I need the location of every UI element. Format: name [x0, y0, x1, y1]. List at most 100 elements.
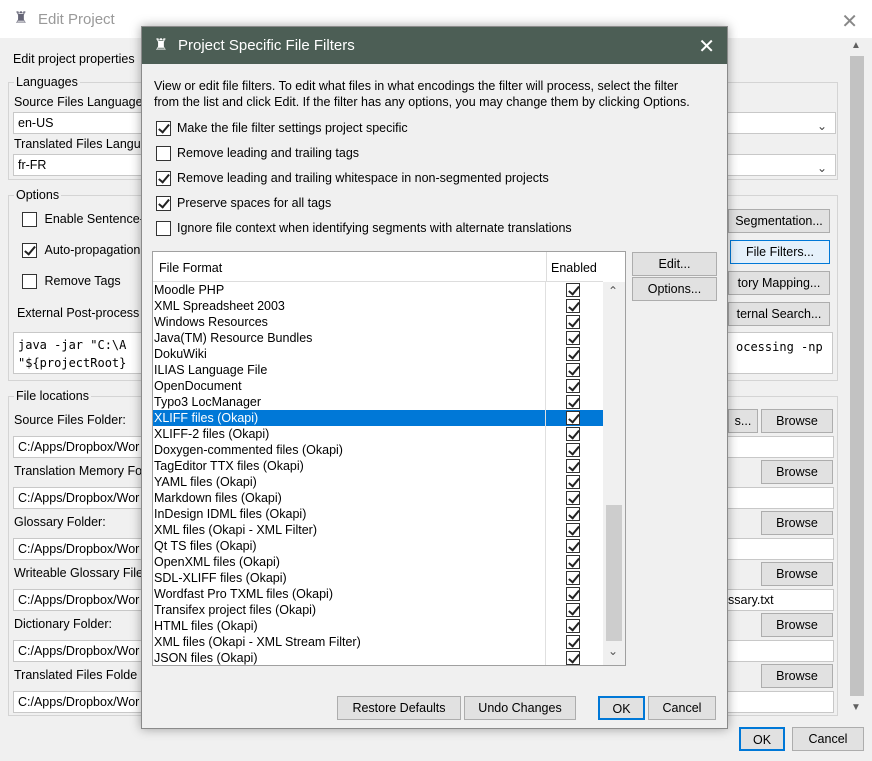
enabled-checkbox[interactable] — [566, 587, 580, 601]
table-row[interactable]: InDesign IDML files (Okapi) — [153, 506, 603, 522]
table-row[interactable]: XML files (Okapi - XML Filter) — [153, 522, 603, 538]
scrollbar-thumb[interactable] — [850, 56, 864, 696]
enabled-checkbox[interactable] — [566, 395, 580, 409]
table-row[interactable]: Moodle PHP — [153, 282, 603, 298]
enabled-checkbox[interactable] — [566, 603, 580, 617]
glossary-browse-button[interactable]: Browse — [761, 511, 833, 535]
file-format-cell: OpenDocument — [153, 378, 546, 394]
table-scrollbar[interactable]: ⌃ ⌄ — [603, 282, 625, 665]
column-header-file-format[interactable]: File Format — [159, 261, 222, 275]
auto-propagation-checkbox[interactable]: Auto-propagation — [22, 243, 140, 259]
scrollbar-thumb[interactable] — [606, 505, 622, 641]
enabled-checkbox[interactable] — [566, 283, 580, 297]
enabled-checkbox[interactable] — [566, 315, 580, 329]
table-header: File Format Enabled — [153, 252, 603, 282]
edit-project-cancel-button[interactable]: Cancel — [792, 727, 864, 751]
table-row[interactable]: OpenXML files (Okapi) — [153, 554, 603, 570]
table-row[interactable]: YAML files (Okapi) — [153, 474, 603, 490]
table-row[interactable]: JSON files (Okapi) — [153, 650, 603, 665]
enabled-checkbox[interactable] — [566, 475, 580, 489]
table-row[interactable]: OpenDocument — [153, 378, 603, 394]
enabled-checkbox[interactable] — [566, 299, 580, 313]
translation-memory-browse-button[interactable]: Browse — [761, 460, 833, 484]
edit-project-ok-button[interactable]: OK — [739, 727, 785, 751]
source-folder-more-button[interactable]: s... — [728, 409, 758, 433]
remove-tags-checkbox[interactable]: Remove Tags — [22, 274, 121, 290]
enabled-checkbox[interactable] — [566, 411, 580, 425]
file-format-cell: HTML files (Okapi) — [153, 618, 546, 634]
table-row[interactable]: Doxygen-commented files (Okapi) — [153, 442, 603, 458]
filter-option-label: Make the file filter settings project sp… — [177, 121, 408, 135]
table-row[interactable]: Wordfast Pro TXML files (Okapi) — [153, 586, 603, 602]
enabled-cell — [546, 634, 603, 650]
segmentation-button[interactable]: Segmentation... — [728, 209, 830, 233]
enabled-checkbox[interactable] — [566, 523, 580, 537]
table-row[interactable]: Markdown files (Okapi) — [153, 490, 603, 506]
dialog-ok-button[interactable]: OK — [598, 696, 645, 720]
enabled-checkbox[interactable] — [566, 363, 580, 377]
repository-mapping-button[interactable]: tory Mapping... — [728, 271, 830, 295]
file-format-cell: Windows Resources — [153, 314, 546, 330]
file-locations-group-label: File locations — [14, 389, 91, 403]
table-row[interactable]: HTML files (Okapi) — [153, 618, 603, 634]
filter-option-checkbox[interactable]: Remove leading and trailing whitespace i… — [156, 168, 549, 188]
table-row[interactable]: ILIAS Language File — [153, 362, 603, 378]
source-folder-browse-button[interactable]: Browse — [761, 409, 833, 433]
edit-button[interactable]: Edit... — [632, 252, 717, 276]
table-row[interactable]: XLIFF files (Okapi) — [153, 410, 603, 426]
enabled-checkbox[interactable] — [566, 571, 580, 585]
enabled-checkbox[interactable] — [566, 539, 580, 553]
enabled-cell — [546, 282, 603, 298]
enabled-checkbox[interactable] — [566, 347, 580, 361]
table-row[interactable]: Java(TM) Resource Bundles — [153, 330, 603, 346]
edit-project-scrollbar[interactable]: ▲ ▼ — [848, 40, 866, 718]
enabled-cell — [546, 490, 603, 506]
table-row[interactable]: SDL-XLIFF files (Okapi) — [153, 570, 603, 586]
restore-defaults-button[interactable]: Restore Defaults — [337, 696, 461, 720]
table-row[interactable]: Windows Resources — [153, 314, 603, 330]
filter-option-checkbox[interactable]: Remove leading and trailing tags — [156, 143, 359, 163]
close-icon[interactable]: ✕ — [698, 34, 715, 59]
table-row[interactable]: XML Spreadsheet 2003 — [153, 298, 603, 314]
enabled-checkbox[interactable] — [566, 555, 580, 569]
filter-option-checkbox[interactable]: Make the file filter settings project sp… — [156, 118, 408, 138]
enabled-cell — [546, 538, 603, 554]
table-row[interactable]: Transifex project files (Okapi) — [153, 602, 603, 618]
file-format-table[interactable]: File Format Enabled Moodle PHP XML Spread… — [152, 251, 626, 666]
enabled-cell — [546, 618, 603, 634]
chevron-up-icon[interactable]: ▲ — [851, 40, 861, 51]
undo-changes-button[interactable]: Undo Changes — [464, 696, 576, 720]
table-row[interactable]: XML files (Okapi - XML Stream Filter) — [153, 634, 603, 650]
enabled-checkbox[interactable] — [566, 459, 580, 473]
enabled-checkbox[interactable] — [566, 491, 580, 505]
table-row[interactable]: DokuWiki — [153, 346, 603, 362]
filter-option-checkbox[interactable]: Ignore file context when identifying seg… — [156, 218, 572, 238]
chevron-up-icon[interactable]: ⌃ — [608, 284, 618, 298]
enabled-checkbox[interactable] — [566, 331, 580, 345]
chevron-down-icon[interactable]: ⌄ — [608, 644, 618, 658]
enabled-checkbox[interactable] — [566, 443, 580, 457]
translated-files-browse-button[interactable]: Browse — [761, 664, 833, 688]
enabled-checkbox[interactable] — [566, 651, 580, 665]
options-button[interactable]: Options... — [632, 277, 717, 301]
column-header-enabled[interactable]: Enabled — [551, 261, 597, 275]
filter-option-checkbox[interactable]: Preserve spaces for all tags — [156, 193, 331, 213]
enabled-checkbox[interactable] — [566, 427, 580, 441]
enable-sentence-checkbox[interactable]: Enable Sentence- — [22, 212, 144, 228]
file-filters-button[interactable]: File Filters... — [730, 240, 830, 264]
close-icon[interactable]: ✕ — [841, 9, 858, 34]
external-search-button[interactable]: ternal Search... — [728, 302, 830, 326]
table-row[interactable]: TagEditor TTX files (Okapi) — [153, 458, 603, 474]
source-language-label: Source Files Language — [14, 95, 142, 109]
dialog-cancel-button[interactable]: Cancel — [648, 696, 716, 720]
chevron-down-icon[interactable]: ▼ — [851, 702, 861, 713]
enabled-checkbox[interactable] — [566, 379, 580, 393]
table-row[interactable]: XLIFF-2 files (Okapi) — [153, 426, 603, 442]
table-row[interactable]: Qt TS files (Okapi) — [153, 538, 603, 554]
enabled-checkbox[interactable] — [566, 507, 580, 521]
enabled-checkbox[interactable] — [566, 635, 580, 649]
table-row[interactable]: Typo3 LocManager — [153, 394, 603, 410]
writeable-glossary-browse-button[interactable]: Browse — [761, 562, 833, 586]
dictionary-browse-button[interactable]: Browse — [761, 613, 833, 637]
enabled-checkbox[interactable] — [566, 619, 580, 633]
